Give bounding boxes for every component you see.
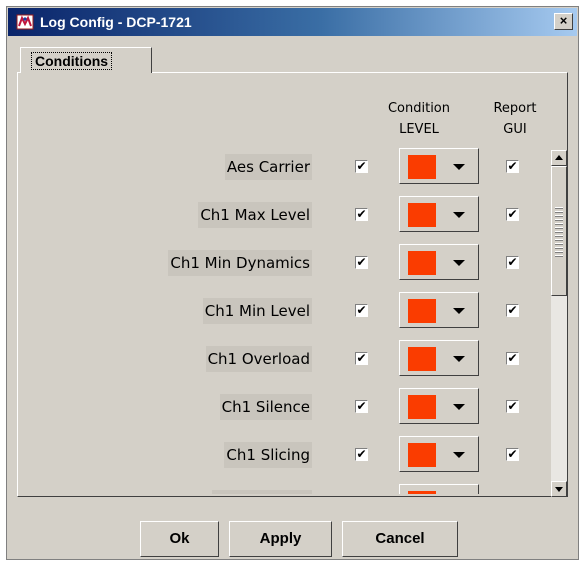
condition-row: Ch1 Max Level ✔ ✔ (18, 196, 548, 233)
report-gui-checkbox[interactable]: ✔ (506, 256, 519, 269)
condition-label: Ch1 Silence (219, 394, 312, 420)
log-checkbox[interactable]: ✔ (355, 256, 368, 269)
level-color-dropdown[interactable] (399, 292, 479, 328)
condition-label (212, 490, 312, 494)
conditions-panel: Condition LEVEL Report GUI Aes Carrier ✔… (17, 72, 568, 497)
condition-row: Ch1 Min Level ✔ ✔ (18, 292, 548, 329)
condition-row: Ch1 Min Dynamics ✔ ✔ (18, 244, 548, 281)
level-color-swatch (408, 443, 436, 467)
tab-conditions-label: Conditions (31, 52, 113, 70)
report-gui-checkbox[interactable]: ✔ (506, 448, 519, 461)
chevron-down-icon (453, 260, 465, 266)
cancel-button[interactable]: Cancel (342, 521, 458, 557)
log-checkbox[interactable]: ✔ (355, 400, 368, 413)
report-gui-checkbox[interactable]: ✔ (506, 352, 519, 365)
condition-row: Ch1 Slicing ✔ ✔ (18, 436, 548, 473)
scroll-down-button[interactable] (551, 481, 567, 497)
apply-button[interactable]: Apply (229, 521, 332, 557)
level-color-dropdown[interactable] (399, 244, 479, 280)
report-gui-checkbox[interactable]: ✔ (506, 208, 519, 221)
ok-button[interactable]: Ok (140, 521, 219, 557)
tab-conditions[interactable]: Conditions (20, 47, 152, 73)
close-icon: × (559, 13, 568, 28)
report-gui-checkbox[interactable]: ✔ (506, 304, 519, 317)
condition-level-header-line1: Condition (387, 101, 451, 116)
scrollbar-thumb[interactable] (551, 166, 567, 296)
conditions-list: Aes Carrier ✔ ✔ Ch1 Max Level ✔ ✔ Ch1 Mi… (18, 143, 548, 494)
chevron-down-icon (453, 212, 465, 218)
chevron-down-icon (453, 356, 465, 362)
level-color-swatch (408, 155, 436, 179)
log-checkbox[interactable]: ✔ (355, 352, 368, 365)
chevron-down-icon (453, 308, 465, 314)
level-color-swatch (408, 347, 436, 371)
level-color-dropdown[interactable] (399, 388, 479, 424)
condition-row: Ch1 Silence ✔ ✔ (18, 388, 548, 425)
vertical-scrollbar[interactable] (551, 150, 567, 497)
level-color-dropdown[interactable] (399, 148, 479, 184)
log-checkbox[interactable]: ✔ (355, 160, 368, 173)
condition-label: Ch1 Slicing (224, 442, 312, 468)
level-color-swatch (408, 203, 436, 227)
chevron-down-icon (453, 404, 465, 410)
level-color-dropdown[interactable] (399, 484, 479, 494)
level-color-dropdown[interactable] (399, 196, 479, 232)
title-bar[interactable]: Log Config - DCP-1721 × (8, 8, 577, 36)
log-checkbox[interactable]: ✔ (355, 208, 368, 221)
condition-label: Aes Carrier (224, 154, 312, 180)
condition-label: Ch1 Max Level (198, 202, 312, 228)
log-config-window: Log Config - DCP-1721 × Conditions Condi… (6, 6, 579, 560)
app-logo-icon (16, 14, 34, 30)
window-title: Log Config - DCP-1721 (40, 14, 192, 30)
condition-label: Ch1 Overload (205, 346, 312, 372)
level-color-swatch (408, 251, 436, 275)
condition-level-header: Condition LEVEL (374, 98, 464, 140)
report-gui-header: Report GUI (484, 98, 546, 140)
report-gui-checkbox[interactable]: ✔ (506, 160, 519, 173)
level-color-swatch (408, 491, 436, 494)
level-color-dropdown[interactable] (399, 436, 479, 472)
close-button[interactable]: × (554, 13, 573, 30)
chevron-down-icon (453, 164, 465, 170)
report-gui-checkbox[interactable]: ✔ (506, 400, 519, 413)
grip-icon (555, 207, 563, 257)
condition-label: Ch1 Min Level (202, 298, 312, 324)
level-color-swatch (408, 395, 436, 419)
level-color-dropdown[interactable] (399, 340, 479, 376)
condition-row-partial (18, 484, 548, 494)
log-checkbox[interactable]: ✔ (355, 304, 368, 317)
condition-row: Aes Carrier ✔ ✔ (18, 148, 548, 185)
condition-label: Ch1 Min Dynamics (168, 250, 312, 276)
scroll-up-button[interactable] (551, 150, 567, 166)
report-gui-header-line2: GUI (503, 122, 527, 137)
condition-level-header-line2: LEVEL (399, 122, 439, 137)
arrow-down-icon (555, 487, 563, 492)
condition-row: Ch1 Overload ✔ ✔ (18, 340, 548, 377)
report-gui-header-line1: Report (493, 101, 537, 116)
arrow-up-icon (555, 155, 563, 160)
level-color-swatch (408, 299, 436, 323)
chevron-down-icon (453, 452, 465, 458)
log-checkbox[interactable]: ✔ (355, 448, 368, 461)
